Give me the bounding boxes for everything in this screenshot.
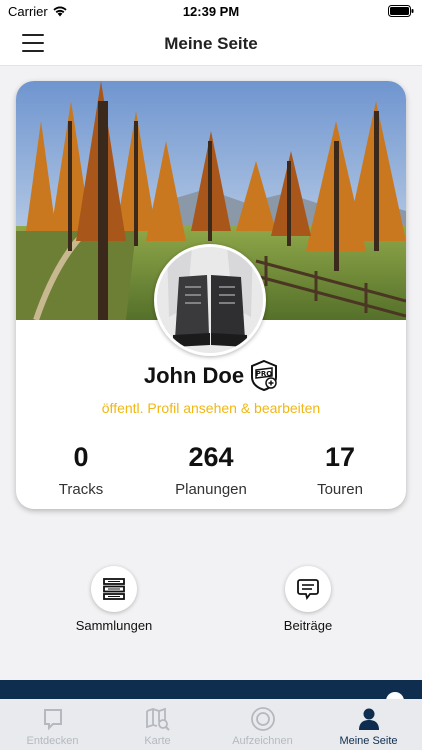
svg-text:PRO: PRO: [256, 370, 273, 378]
tab-bar: Entdecken Karte Aufzeichnen Meine Seite: [0, 699, 422, 750]
stat-label: Touren: [317, 481, 363, 498]
stat-tracks[interactable]: 0 Tracks: [21, 442, 141, 498]
pro-badge-icon: PRO: [251, 359, 277, 391]
hiking-boots-image: [157, 247, 263, 353]
tab-karte[interactable]: Karte: [105, 699, 210, 750]
discover-icon: [43, 709, 62, 731]
record-icon: [250, 707, 275, 731]
collection-stack-icon: [103, 578, 125, 600]
stat-value: 17: [324, 442, 356, 472]
tab-entdecken[interactable]: Entdecken: [0, 699, 105, 750]
posts-label: Beiträge: [283, 618, 333, 633]
tab-label: Entdecken: [26, 735, 79, 747]
stat-label: Tracks: [58, 481, 104, 498]
stat-touren[interactable]: 17 Touren: [280, 442, 400, 498]
page-title: Meine Seite: [164, 34, 258, 53]
collections-button[interactable]: Sammlungen: [54, 566, 174, 633]
user-name: John Doe: [143, 363, 245, 388]
profile-card: John Doe PRO öffentl. Profil ansehen & b…: [16, 81, 406, 509]
speech-bubble-icon: [297, 579, 319, 600]
posts-button[interactable]: Beiträge: [248, 566, 368, 633]
battery-icon: [388, 5, 414, 17]
tab-label: Meine Seite: [339, 735, 398, 747]
map-search-icon: [145, 707, 170, 731]
status-bar: Carrier 12:39 PM: [0, 0, 422, 24]
status-time: 12:39 PM: [182, 4, 240, 19]
stat-value: 0: [73, 442, 89, 472]
tab-label: Aufzeichnen: [232, 735, 293, 747]
posts-button-circle[interactable]: [285, 566, 331, 612]
view-edit-profile-link[interactable]: öffentl. Profil ansehen & bearbeiten: [16, 400, 406, 416]
collections-label: Sammlungen: [75, 618, 153, 633]
tab-aufzeichnen[interactable]: Aufzeichnen: [210, 699, 315, 750]
tab-meine-seite[interactable]: Meine Seite: [316, 699, 421, 750]
stat-value: 264: [188, 442, 234, 472]
navigation-bar: Meine Seite: [0, 24, 422, 66]
collections-button-circle[interactable]: [91, 566, 137, 612]
avatar[interactable]: [154, 244, 266, 356]
tab-label: Karte: [144, 735, 171, 747]
person-icon: [358, 708, 379, 730]
stat-planungen[interactable]: 264 Planungen: [151, 442, 271, 498]
stat-label: Planungen: [175, 481, 247, 498]
